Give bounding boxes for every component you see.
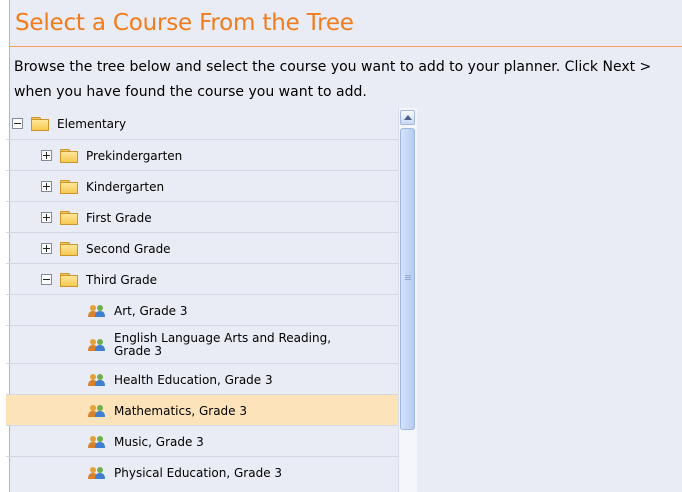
people-icon <box>88 339 105 351</box>
tree-node-label: Health Education, Grade 3 <box>114 372 273 387</box>
tree-node-label: Mathematics, Grade 3 <box>114 403 247 418</box>
instructions-text: Browse the tree below and select the cou… <box>14 59 652 100</box>
expand-toggle-icon[interactable] <box>41 212 52 223</box>
tree-node-label: English Language Arts and Reading, Grade… <box>114 331 332 358</box>
folder-icon <box>60 180 78 194</box>
folder-icon <box>60 273 78 287</box>
tree-node-label: Third Grade <box>86 272 158 287</box>
folder-icon <box>60 242 78 256</box>
tree-node-label: First Grade <box>86 210 152 225</box>
tree-node-course-mathematics[interactable]: Mathematics, Grade 3 <box>6 394 398 425</box>
collapse-toggle-icon[interactable] <box>41 274 52 285</box>
tree-node-course-art[interactable]: Art, Grade 3 <box>6 294 398 325</box>
tree-node-second-grade[interactable]: Second Grade <box>6 232 398 263</box>
tree-node-label: Second Grade <box>86 241 171 256</box>
tree-node-course-physical-education[interactable]: Physical Education, Grade 3 <box>6 456 398 487</box>
people-icon <box>88 404 105 417</box>
tree-node-label: Kindergarten <box>86 179 165 194</box>
tree-node-label: Elementary <box>57 116 127 131</box>
people-icon <box>88 304 105 317</box>
scrollbar-thumb[interactable] <box>400 128 415 430</box>
tree-node-course-health[interactable]: Health Education, Grade 3 <box>6 363 398 394</box>
tree-node-course-ela[interactable]: English Language Arts and Reading, Grade… <box>6 325 398 363</box>
page-title: Select a Course From the Tree <box>15 10 354 36</box>
folder-icon <box>60 211 78 225</box>
tree-node-kindergarten[interactable]: Kindergarten <box>6 170 398 201</box>
tree-node-third-grade[interactable]: Third Grade <box>6 263 398 294</box>
people-icon <box>88 435 105 448</box>
tree-node-elementary[interactable]: Elementary <box>6 108 398 139</box>
expand-toggle-icon[interactable] <box>41 243 52 254</box>
folder-icon <box>60 149 78 163</box>
course-tree: Elementary Prekindergarten Kindergarten … <box>6 108 398 492</box>
people-icon <box>88 373 105 386</box>
folder-icon <box>31 117 49 131</box>
tree-node-label: Prekindergarten <box>86 148 183 163</box>
scroll-up-arrow-icon[interactable] <box>400 110 415 125</box>
expand-toggle-icon[interactable] <box>41 150 52 161</box>
tree-node-prekindergarten[interactable]: Prekindergarten <box>6 139 398 170</box>
tree-node-label: Physical Education, Grade 3 <box>114 465 283 480</box>
tree-scrollbar[interactable] <box>398 108 417 492</box>
title-divider <box>10 46 682 47</box>
tree-node-label: Music, Grade 3 <box>114 434 204 449</box>
tree-node-first-grade[interactable]: First Grade <box>6 201 398 232</box>
collapse-toggle-icon[interactable] <box>12 118 23 129</box>
tree-node-label: Art, Grade 3 <box>114 303 188 318</box>
people-icon <box>88 466 105 479</box>
tree-node-course-music[interactable]: Music, Grade 3 <box>6 425 398 456</box>
expand-toggle-icon[interactable] <box>41 181 52 192</box>
